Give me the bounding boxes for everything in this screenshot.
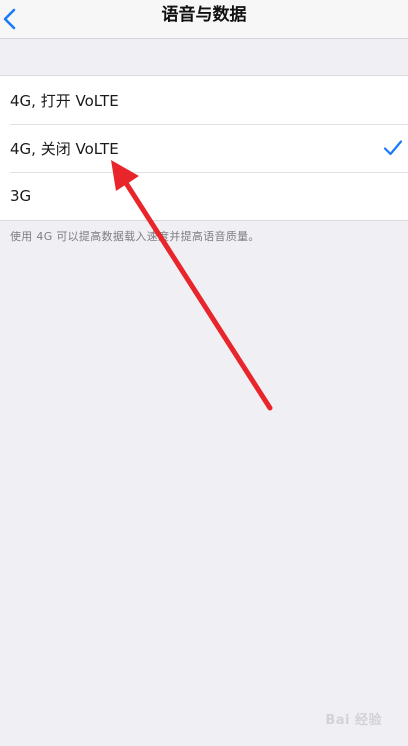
- option-label: 3G: [10, 187, 32, 205]
- option-label: 4G, 打开 VoLTE: [10, 91, 119, 110]
- option-3g[interactable]: 3G: [0, 172, 408, 220]
- page-title: 语音与数据: [161, 5, 247, 25]
- footer-note: 使用 4G 可以提高数据载入速度并提高语音质量。: [10, 230, 260, 243]
- network-options-list: 4G, 打开 VoLTE 4G, 关闭 VoLTE 3G: [0, 75, 408, 221]
- navigation-bar: 语音与数据: [0, 0, 408, 39]
- checkmark-icon: [383, 140, 403, 156]
- baidu-jingyan-watermark: Bai 经验: [325, 713, 382, 728]
- option-4g-volte-on[interactable]: 4G, 打开 VoLTE: [0, 76, 408, 124]
- option-4g-volte-off[interactable]: 4G, 关闭 VoLTE: [0, 124, 408, 172]
- option-label: 4G, 关闭 VoLTE: [10, 139, 119, 158]
